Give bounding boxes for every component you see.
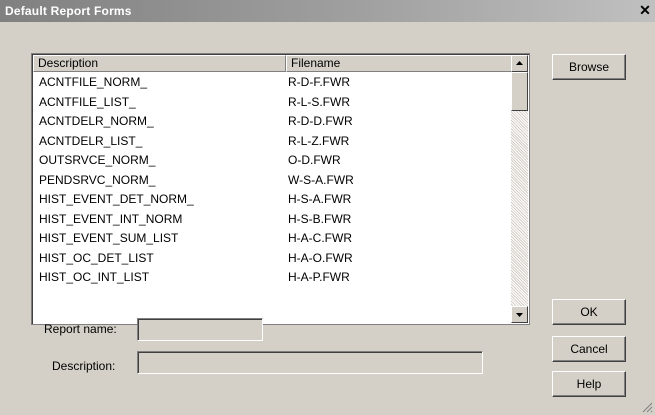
- list-item[interactable]: HIST_OC_INT_LIST H-A-P.FWR: [33, 268, 510, 287]
- list-header: Description Filename: [33, 55, 512, 72]
- list-item-filename: R-L-S.FWR: [288, 94, 350, 109]
- list-item-description: PENDSRVC_NORM_: [39, 172, 156, 187]
- description-label: Description:: [52, 359, 116, 373]
- column-header-description[interactable]: Description: [33, 55, 286, 72]
- list-item-description: HIST_EVENT_DET_NORM_: [39, 192, 194, 206]
- cancel-button[interactable]: Cancel: [552, 336, 626, 362]
- list-item-description: HIST_OC_INT_LIST: [39, 270, 150, 284]
- list-item[interactable]: HIST_OC_DET_LIST H-A-O.FWR: [33, 249, 510, 268]
- list-item-description: HIST_OC_DET_LIST: [39, 250, 154, 265]
- list-item-description: ACNTFILE_LIST_: [39, 94, 136, 109]
- arrow-down-icon: [516, 313, 523, 317]
- list-item-description: ACNTDELR_LIST_: [39, 133, 143, 148]
- list-item[interactable]: HIST_EVENT_INT_NORM H-S-B.FWR: [33, 210, 510, 229]
- list-item[interactable]: ACNTDELR_LIST_ R-L-Z.FWR: [33, 132, 510, 151]
- help-button[interactable]: Help: [552, 371, 626, 397]
- list-item-filename: H-S-A.FWR: [288, 192, 352, 206]
- description-field[interactable]: [137, 351, 483, 374]
- list-item[interactable]: ACNTFILE_NORM_ R-D-F.FWR: [33, 73, 510, 92]
- list-item-filename: H-S-B.FWR: [288, 211, 352, 226]
- list-item-description: HIST_EVENT_INT_NORM: [39, 211, 183, 226]
- list-item-description: ACNTFILE_NORM_: [39, 75, 148, 89]
- list-item[interactable]: PENDSRVC_NORM_ W-S-A.FWR: [33, 171, 510, 190]
- list-item-description: OUTSRVCE_NORM_: [39, 153, 156, 167]
- list-item-filename: H-A-P.FWR: [288, 270, 350, 284]
- report-name-field[interactable]: [137, 318, 263, 341]
- ok-button[interactable]: OK: [552, 299, 626, 325]
- list-item[interactable]: ACNTDELR_NORM_ R-D-D.FWR: [33, 112, 510, 131]
- list-item-filename: W-S-A.FWR: [288, 172, 354, 187]
- list-item-filename: H-A-C.FWR: [288, 231, 352, 245]
- report-name-label: Report name:: [44, 322, 117, 336]
- scroll-thumb[interactable]: [511, 72, 528, 111]
- resize-grip-icon[interactable]: [642, 402, 653, 413]
- title-bar: Default Report Forms ✕: [0, 0, 655, 22]
- list-item-filename: R-D-D.FWR: [288, 114, 353, 128]
- column-header-filename[interactable]: Filename: [286, 55, 512, 72]
- list-item-description: HIST_EVENT_SUM_LIST: [39, 231, 179, 245]
- list-item[interactable]: OUTSRVCE_NORM_ O-D.FWR: [33, 151, 510, 170]
- scroll-down-button[interactable]: [511, 306, 528, 323]
- list-item[interactable]: ACNTFILE_LIST_ R-L-S.FWR: [33, 93, 510, 112]
- dialog-body: Description Filename ACNTFILE_NORM_ R-D-F…: [0, 22, 655, 415]
- vertical-scrollbar[interactable]: [511, 55, 528, 323]
- close-icon[interactable]: ✕: [637, 2, 653, 18]
- list-item-filename: O-D.FWR: [288, 153, 341, 167]
- list-item-filename: H-A-O.FWR: [288, 250, 353, 265]
- scroll-up-button[interactable]: [511, 55, 528, 72]
- list-item-description: ACNTDELR_NORM_: [39, 114, 154, 128]
- browse-button[interactable]: Browse: [552, 54, 626, 80]
- list-item[interactable]: HIST_EVENT_SUM_LIST H-A-C.FWR: [33, 229, 510, 248]
- list-item-filename: R-D-F.FWR: [288, 75, 350, 89]
- window-title: Default Report Forms: [5, 4, 132, 18]
- list-item-filename: R-L-Z.FWR: [288, 133, 350, 148]
- report-forms-list[interactable]: Description Filename ACNTFILE_NORM_ R-D-F…: [31, 53, 530, 325]
- arrow-up-icon: [516, 61, 523, 65]
- list-item[interactable]: HIST_EVENT_DET_NORM_ H-S-A.FWR: [33, 190, 510, 209]
